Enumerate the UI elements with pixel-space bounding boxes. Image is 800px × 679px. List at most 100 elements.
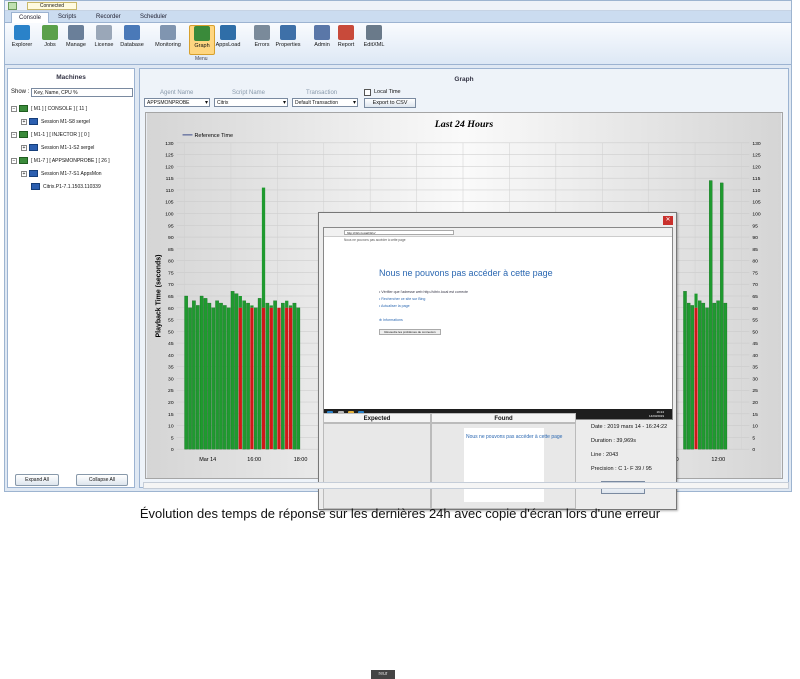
export-csv-button[interactable]: Export to CSV	[364, 98, 416, 108]
y-tick-label-right: 35	[752, 365, 758, 371]
ribbon-button-label: Graph	[194, 43, 210, 49]
expand-icon[interactable]: +	[21, 170, 27, 177]
ribbon-button-label: Errors	[254, 42, 270, 48]
ribbon-button-graph[interactable]: Graph	[189, 25, 215, 55]
y-tick-label-right: 50	[752, 329, 758, 335]
show-label: Show :	[11, 89, 30, 95]
expand-icon[interactable]: +	[21, 144, 27, 151]
tree-node[interactable]: − [ M1-1 ] [ INJECTOR ] [ 0 ]	[11, 129, 133, 142]
transaction-select[interactable]: Default Transaction	[292, 98, 358, 107]
y-tick-label: 120	[165, 164, 174, 170]
database-icon	[124, 25, 140, 40]
bar	[230, 291, 235, 450]
browser-url: http://citrix.local/citrix/	[344, 230, 454, 235]
ribbon-button-label: Jobs	[44, 42, 56, 48]
bar	[712, 302, 717, 450]
local-time-checkbox[interactable]	[364, 89, 371, 96]
agent-name-select[interactable]: APPSMONPROBE	[144, 98, 210, 107]
y-tick-label: 65	[168, 294, 174, 300]
ribbon-button-database[interactable]: Database	[119, 25, 145, 55]
connection-status: Connected	[27, 2, 77, 10]
y-tick-label: 15	[168, 412, 174, 418]
expected-image: reur	[371, 670, 395, 679]
error-bar	[288, 307, 293, 450]
tree-node[interactable]: Citrix.P1-7.1.1503.110339	[11, 181, 133, 194]
expand-all-button[interactable]: Expand All	[15, 474, 59, 486]
bar	[184, 295, 188, 450]
y-tick-label: 100	[165, 212, 174, 218]
bar	[705, 307, 709, 450]
close-icon[interactable]: ✕	[663, 216, 673, 225]
collapse-all-button[interactable]: Collapse All	[76, 474, 128, 486]
tree-node[interactable]: − [ M1-7 ] [ APPSMONPROBE ] [ 26 ]	[11, 155, 133, 168]
y-tick-label: 55	[168, 318, 174, 324]
tab-console[interactable]: Console	[11, 12, 50, 23]
bar	[242, 300, 246, 450]
collapse-icon[interactable]: −	[11, 105, 17, 112]
bar	[265, 302, 270, 450]
ribbon-button-jobs[interactable]: Jobs	[37, 25, 63, 55]
legend-reference-time: Reference Time	[194, 133, 233, 139]
ribbon-button-admin[interactable]: Admin	[309, 25, 335, 55]
tree-node-label: Session M1-7-S1 AppsMon	[41, 171, 102, 177]
monitor-icon	[19, 131, 28, 139]
script-name-label: Script Name	[232, 90, 266, 96]
bar	[195, 305, 200, 450]
bar	[192, 300, 196, 450]
ribbon-button-license[interactable]: License	[91, 25, 117, 55]
bar	[223, 305, 227, 450]
script-name-select[interactable]: Citrix	[214, 98, 288, 107]
bar	[226, 307, 231, 450]
y-tick-label-right: 105	[752, 200, 761, 206]
bar	[234, 293, 239, 450]
bar	[246, 302, 250, 450]
license-icon	[96, 25, 112, 40]
ribbon-button-explorer[interactable]: Explorer	[9, 25, 35, 55]
app-icon[interactable]	[8, 2, 17, 10]
error-bar	[261, 307, 266, 450]
bar	[250, 305, 254, 308]
ribbon-button-editxml[interactable]: EditXML	[361, 25, 387, 55]
chart-title: Last 24 Hours	[434, 119, 494, 130]
tab-recorder[interactable]: Recorder	[89, 12, 128, 23]
ribbon-button-errors[interactable]: Errors	[249, 25, 275, 55]
bar	[709, 180, 713, 450]
ribbon-button-appsload[interactable]: AppsLoad	[215, 25, 241, 55]
y-tick-label-right: 100	[752, 212, 761, 218]
tab-scripts[interactable]: Scripts	[51, 12, 83, 23]
y-tick-label-right: 5	[752, 435, 755, 441]
agent-name-label: Agent Name	[160, 90, 194, 96]
ribbon-button-manage[interactable]: Manage	[63, 25, 89, 55]
bar	[285, 300, 289, 308]
y-tick-label-right: 65	[752, 294, 758, 300]
horizontal-scrollbar[interactable]	[143, 482, 789, 489]
expand-icon[interactable]: +	[21, 118, 27, 125]
y-tick-label-right: 130	[752, 141, 761, 147]
bar	[716, 300, 720, 450]
error-bar	[269, 307, 273, 450]
ribbon-button-properties[interactable]: Properties	[273, 25, 303, 55]
collapse-icon[interactable]: −	[11, 157, 17, 164]
y-tick-label-right: 115	[752, 176, 760, 182]
tree-node[interactable]: + Session M1-S8 sergel	[11, 116, 133, 129]
app-window: Connected Console Scripts Recorder Sched…	[4, 0, 792, 679]
bar	[215, 300, 219, 450]
ribbon-button-label: Database	[120, 42, 144, 48]
y-tick-label: 0	[171, 447, 174, 453]
tree-node[interactable]: + Session M1-7-S1 AppsMon	[11, 168, 133, 181]
taskbar-clock: 16:24 14/03/2019	[649, 410, 664, 418]
collapse-icon[interactable]: −	[11, 131, 17, 138]
show-select[interactable]: Key, Name, CPU %	[31, 88, 133, 97]
ribbon: Explorer Jobs Manage License Database Monitor…	[5, 23, 791, 65]
tab-scheduler[interactable]: Scheduler	[133, 12, 174, 23]
y-tick-label-right: 15	[752, 412, 758, 418]
expected-pane: reur	[323, 423, 431, 679]
y-tick-label: 10	[168, 424, 174, 430]
error-bar	[285, 307, 289, 450]
tree-node[interactable]: − [ M1 ] [ CONSOLE ] [ 11 ]	[11, 103, 133, 116]
ribbon-button-monitoring[interactable]: Monitoring	[151, 25, 185, 55]
y-tick-label-right: 0	[752, 447, 755, 453]
tree-node[interactable]: + Session M1-1-S2 sergel	[11, 142, 133, 155]
y-axis-label: Playback Time (seconds)	[156, 255, 163, 338]
ribbon-button-report[interactable]: Report	[333, 25, 359, 55]
